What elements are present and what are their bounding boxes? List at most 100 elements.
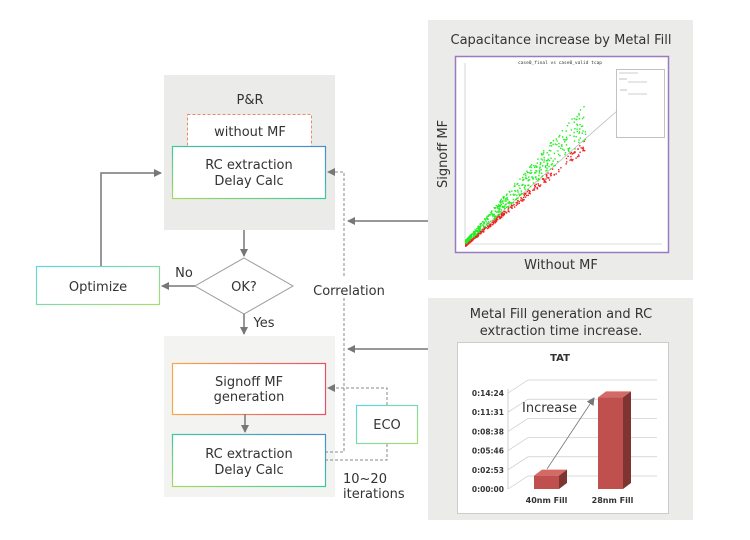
scatter-point bbox=[575, 157, 577, 159]
scatter-point bbox=[563, 149, 565, 151]
iterations-line1: 10~20 bbox=[343, 472, 387, 487]
scatter-point bbox=[551, 168, 554, 170]
scatter-point bbox=[468, 242, 470, 244]
scatter-point bbox=[505, 211, 508, 214]
scatter-point bbox=[574, 151, 576, 153]
scatter-point bbox=[494, 220, 496, 222]
scatter-point bbox=[527, 194, 529, 196]
scatter-point bbox=[518, 193, 520, 195]
scatter-point bbox=[502, 202, 504, 205]
bar bbox=[534, 475, 559, 489]
scatter-point bbox=[539, 185, 541, 187]
scatter-point bbox=[508, 201, 511, 204]
scatter-point bbox=[549, 145, 551, 147]
y-tick-label: 0:00:00 bbox=[472, 485, 504, 494]
scatter-point bbox=[519, 178, 521, 180]
scatter-point bbox=[507, 202, 509, 204]
scatter-point bbox=[529, 185, 532, 188]
scatter-point bbox=[473, 235, 476, 237]
scatter-point bbox=[532, 182, 535, 184]
scatter-point bbox=[521, 179, 524, 181]
scatter-point bbox=[499, 201, 501, 203]
scatter-point bbox=[546, 159, 549, 162]
scatter-point bbox=[527, 184, 529, 187]
scatter-point bbox=[538, 169, 541, 171]
scatter-point bbox=[477, 233, 479, 235]
bar-side bbox=[623, 391, 631, 489]
scatter-point bbox=[509, 191, 511, 193]
scatter-point bbox=[525, 192, 527, 194]
scatter-point bbox=[500, 217, 502, 219]
scatter-point bbox=[550, 157, 552, 159]
scatter-point bbox=[465, 242, 467, 244]
scatter-point bbox=[504, 204, 507, 206]
scatter-point bbox=[475, 236, 477, 239]
scatter-point bbox=[553, 165, 555, 167]
scatter-point bbox=[584, 131, 587, 133]
scatter-point bbox=[498, 215, 500, 217]
scatter-point bbox=[546, 167, 548, 169]
scatter-point bbox=[529, 193, 531, 195]
without-mf-label: without MF bbox=[214, 125, 286, 140]
scatter-point bbox=[508, 207, 510, 209]
scatter-point bbox=[515, 204, 518, 206]
scatter-panel-title: Capacitance increase by Metal Fill bbox=[451, 33, 672, 48]
scatter-point bbox=[557, 150, 559, 152]
scatter-point bbox=[482, 231, 485, 233]
scatter-point bbox=[545, 160, 548, 162]
eco-label: ECO bbox=[373, 418, 401, 433]
scatter-point bbox=[524, 172, 526, 175]
scatter-point bbox=[503, 196, 505, 198]
scatter-point bbox=[554, 158, 556, 160]
scatter-point bbox=[508, 205, 510, 208]
scatter-point bbox=[497, 219, 499, 221]
scatter-point bbox=[526, 190, 529, 193]
scatter-point bbox=[496, 217, 499, 219]
scatter-point bbox=[502, 201, 504, 203]
scatter-point bbox=[564, 153, 566, 156]
scatter-point bbox=[505, 200, 507, 202]
scatter-point bbox=[515, 198, 517, 201]
scatter-point bbox=[530, 172, 533, 174]
scatter-point bbox=[575, 118, 577, 121]
scatter-point bbox=[499, 210, 501, 213]
tat-chart-title: TAT bbox=[550, 353, 570, 364]
scatter-point bbox=[538, 172, 541, 174]
scatter-point bbox=[537, 178, 539, 180]
scatter-point bbox=[583, 106, 585, 108]
scatter-point bbox=[576, 124, 579, 127]
scatter-point bbox=[578, 141, 580, 144]
scatter-point bbox=[501, 205, 504, 207]
scatter-point bbox=[577, 148, 579, 150]
scatter-point bbox=[556, 143, 558, 146]
scatter-point bbox=[514, 206, 516, 208]
scatter-point bbox=[511, 190, 513, 192]
scatter-point bbox=[498, 211, 500, 213]
scatter-point bbox=[520, 194, 522, 196]
scatter-point bbox=[491, 210, 493, 213]
scatter-point bbox=[525, 177, 527, 180]
scatter-point bbox=[550, 150, 552, 152]
scatter-point bbox=[506, 193, 508, 195]
scatter-point bbox=[532, 189, 534, 191]
scatter-point bbox=[475, 230, 478, 232]
tat-panel-title-line1: Metal Fill generation and RC bbox=[470, 307, 652, 322]
scatter-point bbox=[478, 229, 480, 231]
scatter-point bbox=[558, 136, 560, 138]
y-tick-label: 0:02:53 bbox=[472, 466, 504, 475]
scatter-point bbox=[520, 190, 523, 192]
scatter-point bbox=[556, 161, 559, 163]
scatter-point bbox=[530, 169, 532, 172]
scatter-point bbox=[543, 152, 545, 154]
scatter-point bbox=[537, 158, 539, 160]
scatter-point bbox=[547, 172, 549, 174]
scatter-point bbox=[526, 171, 529, 174]
scatter-point bbox=[512, 204, 514, 207]
scatter-point bbox=[534, 187, 536, 189]
scatter-point bbox=[576, 130, 578, 133]
scatter-point bbox=[476, 228, 478, 230]
scatter-point bbox=[523, 173, 525, 176]
scatter-point bbox=[469, 240, 471, 243]
scatter-point bbox=[535, 178, 537, 180]
scatter-point bbox=[508, 211, 510, 213]
